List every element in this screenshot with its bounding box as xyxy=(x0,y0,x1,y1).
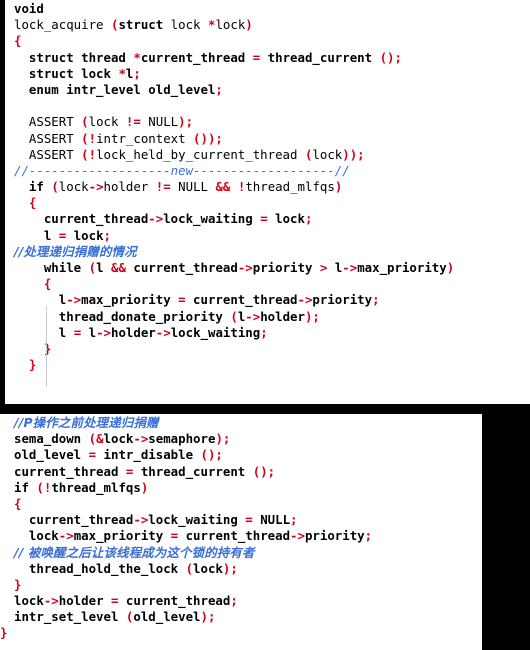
code-panel-top: void lock_acquire (struct lock *lock){ st… xyxy=(5,0,530,404)
code-line: { xyxy=(14,33,22,49)
code-line: ASSERT (!intr_context ()); xyxy=(14,130,223,146)
code-block-bottom: //P操作之前处理递归捐赠 sema_down (&lock->semaphore… xyxy=(0,414,482,642)
code-line: lock_acquire (struct lock *lock) xyxy=(14,17,253,33)
code-line: intr_set_level (old_level); xyxy=(14,609,216,625)
code-line: while (l && current_thread->priority > l… xyxy=(14,260,455,275)
code-line: current_thread->lock_waiting = NULL; xyxy=(14,512,298,528)
code-line: } xyxy=(14,340,52,356)
code-line: //处理递归捐赠的情况 xyxy=(14,244,530,260)
code-line: if (!thread_mlfqs) xyxy=(14,479,149,495)
comment-hold-lock-after-wakeup: // 被唤醒之后让该线程成为这个锁的持有者 xyxy=(14,544,255,560)
code-line: { xyxy=(14,195,37,211)
comment-before-p-operation: //P操作之前处理递归捐赠 xyxy=(14,415,159,430)
code-line: current_thread = thread_current (); xyxy=(14,463,276,479)
code-line: l = l->holder->lock_waiting; xyxy=(14,324,268,340)
code-line: l->max_priority = current_thread->priori… xyxy=(14,292,380,308)
code-line: { xyxy=(14,276,52,292)
screenshot-root: void lock_acquire (struct lock *lock){ st… xyxy=(0,0,530,650)
code-line: ASSERT (!lock_held_by_current_thread (lo… xyxy=(14,146,365,162)
code-line: lock->max_priority = current_thread->pri… xyxy=(14,528,373,544)
comment-recursive-donation: //处理递归捐赠的情况 xyxy=(14,243,137,259)
code-line: if (lock->holder != NULL && !thread_mlfq… xyxy=(14,179,343,195)
code-line: struct lock *l; xyxy=(14,65,141,81)
code-line: thread_hold_the_lock (lock); xyxy=(14,560,238,576)
code-line: lock->holder = current_thread; xyxy=(14,593,238,609)
code-line: struct thread *current_thread = thread_c… xyxy=(14,49,402,65)
code-line: current_thread->lock_waiting = lock; xyxy=(14,211,313,227)
code-line: l = lock; xyxy=(14,227,112,243)
code-panel-bottom: //P操作之前处理递归捐赠 sema_down (&lock->semaphore… xyxy=(0,414,482,650)
code-line: } xyxy=(0,625,8,641)
code-line: } xyxy=(14,357,37,373)
code-line: void xyxy=(14,1,44,16)
indent-guide xyxy=(46,306,47,386)
code-line: enum intr_level old_level; xyxy=(14,81,223,97)
code-line: //P操作之前处理递归捐赠 xyxy=(14,415,482,431)
code-line: sema_down (&lock->semaphore); xyxy=(14,431,231,447)
code-line: thread_donate_priority (l->holder); xyxy=(14,308,320,324)
comment-new-separator: //-------------------new----------------… xyxy=(14,162,350,178)
code-line: // 被唤醒之后让该线程成为这个锁的持有者 xyxy=(14,545,482,561)
code-line: old_level = intr_disable (); xyxy=(14,447,223,463)
code-line: //-------------------new----------------… xyxy=(14,163,530,179)
code-line: { xyxy=(14,495,22,511)
code-line: ASSERT (lock != NULL); xyxy=(14,114,194,130)
code-block-top: void lock_acquire (struct lock *lock){ st… xyxy=(5,0,530,373)
code-line: } xyxy=(14,576,22,592)
